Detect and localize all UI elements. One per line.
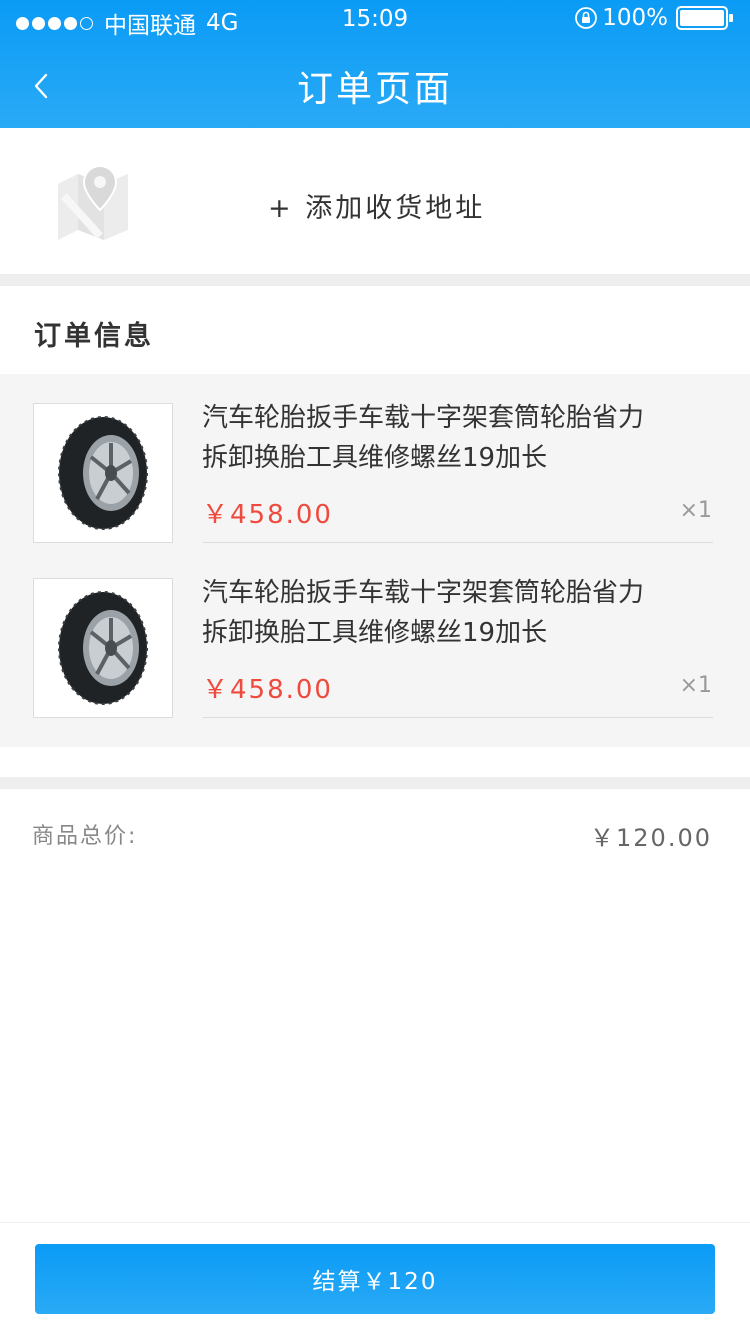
list-item[interactable]: 汽车轮胎扳手车载十字架套筒轮胎省力 拆卸换胎工具维修螺丝19加长 ￥458.00… [0,374,750,549]
product-title: 汽车轮胎扳手车载十字架套筒轮胎省力 拆卸换胎工具维修螺丝19加长 [202,398,702,478]
product-title-line: 汽车轮胎扳手车载十字架套筒轮胎省力 [202,403,645,433]
total-price-label: 商品总价: [32,824,138,849]
product-image [33,403,173,543]
order-info-title: 订单信息 [34,321,154,352]
tire-icon [58,591,148,705]
rotation-lock-icon [575,7,598,29]
product-price: ￥458.00 [202,675,333,705]
status-right: 100% [574,5,734,31]
product-price: ￥458.00 [202,500,333,530]
product-quantity: ×1 [679,673,712,698]
battery-percent: 100% [602,5,668,31]
status-bar: 中国联通 4G 15:09 100% [0,0,750,40]
section-divider [0,777,750,789]
battery-icon [676,6,733,30]
item-divider [203,717,713,718]
checkout-button[interactable]: 结算￥120 [35,1244,715,1314]
product-title-line: 拆卸换胎工具维修螺丝19加长 [202,618,548,648]
add-address-button[interactable]: + 添加收货地址 [268,186,485,225]
tire-icon [58,416,148,530]
map-pin-icon [58,164,128,240]
app-header: 中国联通 4G 15:09 100% 订单页面 [0,0,750,128]
item-divider [203,542,713,543]
product-title-line: 汽车轮胎扳手车载十字架套筒轮胎省力 [202,578,645,608]
order-items-list: 汽车轮胎扳手车载十字架套筒轮胎省力 拆卸换胎工具维修螺丝19加长 ￥458.00… [0,374,750,747]
product-image [33,578,173,718]
section-divider [0,274,750,286]
product-title-line: 拆卸换胎工具维修螺丝19加长 [202,443,548,473]
page-title: 订单页面 [296,69,453,110]
list-item[interactable]: 汽车轮胎扳手车载十字架套筒轮胎省力 拆卸换胎工具维修螺丝19加长 ￥458.00… [0,549,750,724]
product-quantity: ×1 [679,498,712,523]
total-price-value: ￥120.00 [590,824,712,852]
product-title: 汽车轮胎扳手车载十字架套筒轮胎省力 拆卸换胎工具维修螺丝19加长 [202,573,702,653]
